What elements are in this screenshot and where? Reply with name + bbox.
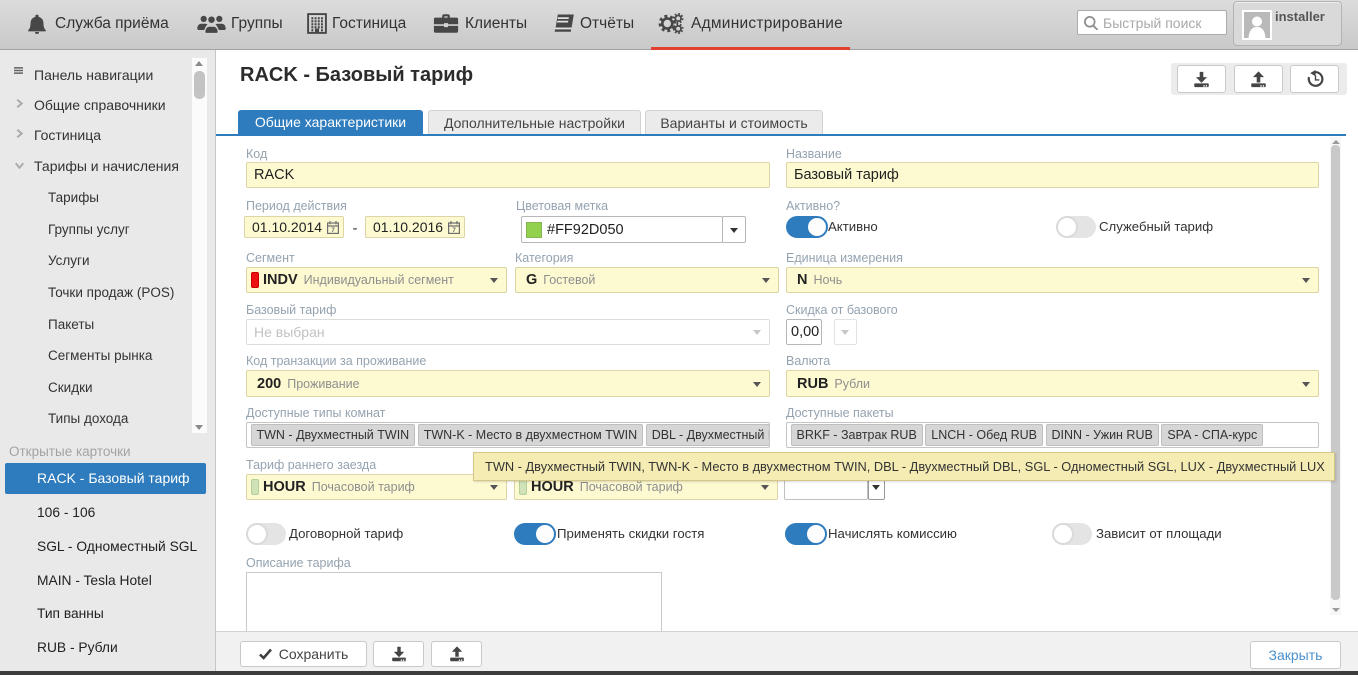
svg-text:7: 7 <box>452 227 456 234</box>
svg-text:7: 7 <box>331 227 335 234</box>
